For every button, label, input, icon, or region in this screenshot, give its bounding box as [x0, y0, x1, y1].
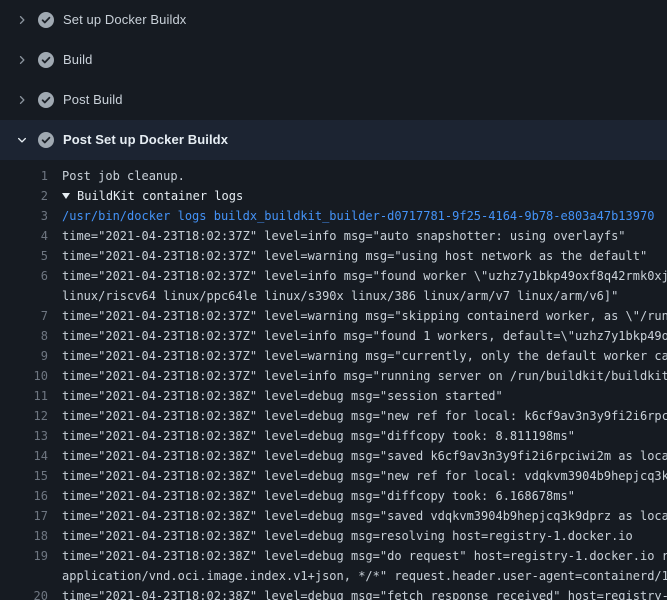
- log-line-5: 5time="2021-04-23T18:02:37Z" level=warni…: [0, 246, 667, 266]
- log-text: time="2021-04-23T18:02:38Z" level=debug …: [62, 449, 667, 463]
- step-label: Post Build: [63, 92, 123, 108]
- step-set-up-docker-buildx[interactable]: Set up Docker Buildx: [0, 0, 667, 40]
- log-text: time="2021-04-23T18:02:38Z" level=debug …: [62, 509, 667, 523]
- line-number[interactable]: 14: [0, 446, 62, 466]
- check-circle-icon: [38, 92, 54, 108]
- log-text: time="2021-04-23T18:02:37Z" level=warnin…: [62, 309, 667, 323]
- log-text: time="2021-04-23T18:02:37Z" level=info m…: [62, 269, 667, 283]
- log-text: application/vnd.oci.image.index.v1+json,…: [62, 569, 667, 583]
- log-text: time="2021-04-23T18:02:38Z" level=debug …: [62, 489, 575, 503]
- log-text: time="2021-04-23T18:02:37Z" level=info m…: [62, 329, 667, 343]
- log-line-18: 18time="2021-04-23T18:02:38Z" level=debu…: [0, 526, 667, 546]
- line-number[interactable]: 8: [0, 326, 62, 346]
- log-text: time="2021-04-23T18:02:37Z" level=info m…: [62, 229, 626, 243]
- log-text: time="2021-04-23T18:02:38Z" level=debug …: [62, 529, 633, 543]
- line-number[interactable]: 18: [0, 526, 62, 546]
- chevron-right-icon: [14, 12, 30, 28]
- log-text: linux/riscv64 linux/ppc64le linux/s390x …: [62, 289, 618, 303]
- chevron-right-icon: [14, 92, 30, 108]
- step-list: Set up Docker Buildx Build Post Build: [0, 0, 667, 160]
- check-circle-icon: [38, 132, 54, 148]
- line-number[interactable]: 10: [0, 366, 62, 386]
- triangle-down-icon: [62, 193, 70, 199]
- log-line-6: 6time="2021-04-23T18:02:37Z" level=info …: [0, 266, 667, 286]
- log-line-19: 19time="2021-04-23T18:02:38Z" level=debu…: [0, 546, 667, 566]
- log-line-7: 7time="2021-04-23T18:02:37Z" level=warni…: [0, 306, 667, 326]
- log-text: time="2021-04-23T18:02:38Z" level=debug …: [62, 469, 667, 483]
- step-build[interactable]: Build: [0, 40, 667, 80]
- line-number[interactable]: 12: [0, 406, 62, 426]
- step-label: Set up Docker Buildx: [63, 12, 186, 28]
- log-line-13: 13time="2021-04-23T18:02:38Z" level=debu…: [0, 426, 667, 446]
- check-circle-icon: [38, 12, 54, 28]
- log-text: time="2021-04-23T18:02:37Z" level=warnin…: [62, 349, 667, 363]
- check-circle-icon: [38, 52, 54, 68]
- log-text: Post job cleanup.: [62, 169, 185, 183]
- line-number[interactable]: 11: [0, 386, 62, 406]
- step-label: Build: [63, 52, 92, 68]
- line-number[interactable]: 16: [0, 486, 62, 506]
- line-number[interactable]: 5: [0, 246, 62, 266]
- line-number[interactable]: 20: [0, 586, 62, 600]
- log-line-2[interactable]: 2 BuildKit container logs: [0, 186, 667, 206]
- line-number[interactable]: 4: [0, 226, 62, 246]
- log-line-continuation: linux/riscv64 linux/ppc64le linux/s390x …: [0, 286, 667, 306]
- log-rows: 1Post job cleanup.2 BuildKit container lo…: [0, 166, 667, 600]
- line-number[interactable]: 15: [0, 466, 62, 486]
- line-number[interactable]: 9: [0, 346, 62, 366]
- step-post-set-up-docker-buildx[interactable]: Post Set up Docker Buildx: [0, 120, 667, 160]
- line-number[interactable]: 19: [0, 546, 62, 566]
- log-line-3: 3/usr/bin/docker logs buildx_buildkit_bu…: [0, 206, 667, 226]
- line-number[interactable]: 3: [0, 206, 62, 226]
- log-text: time="2021-04-23T18:02:38Z" level=debug …: [62, 389, 503, 403]
- line-number[interactable]: 17: [0, 506, 62, 526]
- log-text: time="2021-04-23T18:02:37Z" level=warnin…: [62, 249, 647, 263]
- log-line-10: 10time="2021-04-23T18:02:37Z" level=info…: [0, 366, 667, 386]
- log-line-9: 9time="2021-04-23T18:02:37Z" level=warni…: [0, 346, 667, 366]
- log-text: time="2021-04-23T18:02:38Z" level=debug …: [62, 549, 667, 563]
- log-text: time="2021-04-23T18:02:38Z" level=debug …: [62, 409, 667, 423]
- log-line-continuation: application/vnd.oci.image.index.v1+json,…: [0, 566, 667, 586]
- line-number[interactable]: 1: [0, 166, 62, 186]
- log-text: time="2021-04-23T18:02:38Z" level=debug …: [62, 589, 667, 600]
- line-number[interactable]: 7: [0, 306, 62, 326]
- log-text: time="2021-04-23T18:02:38Z" level=debug …: [62, 429, 575, 443]
- log-line-8: 8time="2021-04-23T18:02:37Z" level=info …: [0, 326, 667, 346]
- log-line-16: 16time="2021-04-23T18:02:38Z" level=debu…: [0, 486, 667, 506]
- log-line-20: 20time="2021-04-23T18:02:38Z" level=debu…: [0, 586, 667, 600]
- log-line-12: 12time="2021-04-23T18:02:38Z" level=debu…: [0, 406, 667, 426]
- line-number[interactable]: 2: [0, 186, 62, 206]
- actions-log-viewer: Set up Docker Buildx Build Post Build: [0, 0, 667, 600]
- log-line-11: 11time="2021-04-23T18:02:38Z" level=debu…: [0, 386, 667, 406]
- chevron-down-icon: [14, 132, 30, 148]
- step-label: Post Set up Docker Buildx: [63, 132, 228, 148]
- log-line-14: 14time="2021-04-23T18:02:38Z" level=debu…: [0, 446, 667, 466]
- step-post-build[interactable]: Post Build: [0, 80, 667, 120]
- log-text: time="2021-04-23T18:02:37Z" level=info m…: [62, 369, 667, 383]
- line-number[interactable]: 13: [0, 426, 62, 446]
- log-line-1: 1Post job cleanup.: [0, 166, 667, 186]
- chevron-right-icon: [14, 52, 30, 68]
- log-command-text: /usr/bin/docker logs buildx_buildkit_bui…: [62, 209, 654, 223]
- log-line-17: 17time="2021-04-23T18:02:38Z" level=debu…: [0, 506, 667, 526]
- log-line-15: 15time="2021-04-23T18:02:38Z" level=debu…: [0, 466, 667, 486]
- log-panel: 1Post job cleanup.2 BuildKit container lo…: [0, 160, 667, 600]
- line-number[interactable]: 6: [0, 266, 62, 286]
- log-group-label: BuildKit container logs: [77, 189, 243, 203]
- log-line-4: 4time="2021-04-23T18:02:37Z" level=info …: [0, 226, 667, 246]
